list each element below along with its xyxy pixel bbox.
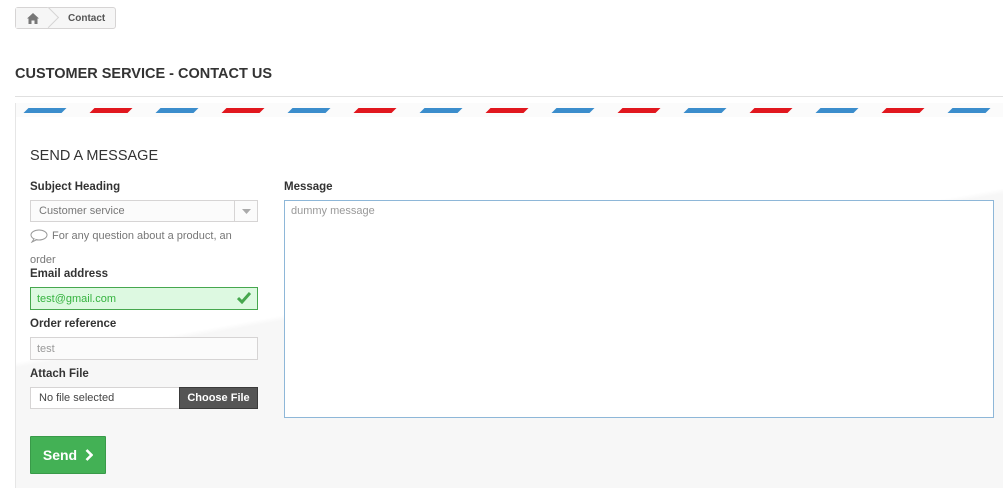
- heading-divider: [15, 96, 1003, 97]
- message-text: dummy message: [291, 205, 375, 217]
- airmail-stripe: [23, 108, 67, 113]
- selected-file-name: No file selected: [39, 392, 115, 404]
- airmail-stripe: [815, 108, 859, 113]
- subject-label: Subject Heading: [30, 181, 121, 193]
- home-icon: [27, 12, 39, 24]
- subject-select[interactable]: Customer service: [30, 200, 258, 222]
- attach-file-label: Attach File: [30, 368, 89, 380]
- airmail-stripe: [287, 108, 331, 113]
- airmail-stripe: [617, 108, 661, 113]
- airmail-stripe: [749, 108, 793, 113]
- breadcrumb-current: Contact: [68, 12, 106, 24]
- airmail-stripe: [419, 108, 463, 113]
- order-reference-input[interactable]: test: [30, 337, 258, 360]
- airmail-stripe: [155, 108, 199, 113]
- send-button-label: Send: [42, 447, 78, 463]
- airmail-stripe: [485, 108, 529, 113]
- email-label: Email address: [30, 268, 108, 280]
- attach-file-input[interactable]: No file selected Choose File: [30, 387, 258, 409]
- breadcrumb-home-link[interactable]: [16, 8, 50, 28]
- speech-bubble-icon: [30, 229, 48, 250]
- subject-hint-line1: For any question about a product, an: [52, 230, 232, 242]
- order-reference-value: test: [37, 342, 55, 355]
- chevron-right-icon: [85, 449, 94, 461]
- subject-hint: For any question about a product, an ord…: [30, 226, 260, 270]
- chevron-down-icon: [234, 201, 257, 221]
- breadcrumb: Contact: [15, 7, 117, 29]
- section-title: SEND A MESSAGE: [30, 148, 159, 164]
- email-field-value: test@gmail.com: [37, 292, 117, 305]
- airmail-stripe: [353, 108, 397, 113]
- airmail-stripe: [221, 108, 265, 113]
- email-field[interactable]: test@gmail.com: [30, 287, 258, 310]
- choose-file-button[interactable]: Choose File: [179, 387, 258, 409]
- page-title: CUSTOMER SERVICE - CONTACT US: [15, 66, 272, 82]
- subject-hint-line2: order: [30, 254, 56, 266]
- send-button[interactable]: Send: [30, 436, 106, 474]
- checkmark-icon: [237, 292, 251, 304]
- airmail-stripe: [551, 108, 595, 113]
- airmail-stripe: [89, 108, 133, 113]
- subject-select-value: Customer service: [39, 205, 125, 217]
- message-textarea[interactable]: dummy message: [284, 200, 994, 418]
- airmail-stripe: [881, 108, 925, 113]
- message-label: Message: [284, 181, 333, 193]
- airmail-stripe: [947, 108, 991, 113]
- airmail-stripe: [683, 108, 727, 113]
- order-reference-label: Order reference: [30, 318, 117, 330]
